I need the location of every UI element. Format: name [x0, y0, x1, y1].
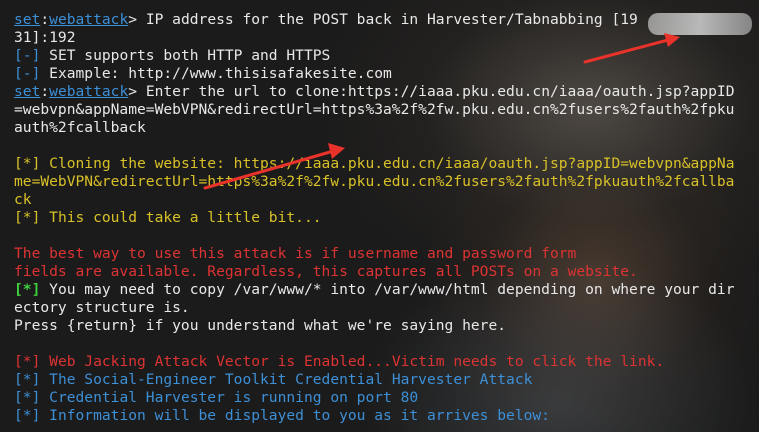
- annotation-overlay: [203, 33, 680, 190]
- annotation-arrow-ip-icon: [583, 33, 680, 64]
- annotation-arrow-url-icon: [203, 143, 345, 190]
